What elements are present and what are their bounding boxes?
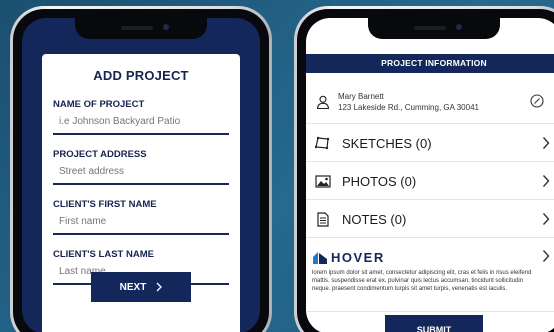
sketches-row[interactable]: SKETCHES (0) xyxy=(306,125,554,162)
photos-row[interactable]: PHOTOS (0) xyxy=(306,163,554,200)
field-label: PROJECT ADDRESS xyxy=(53,149,147,160)
next-label: NEXT xyxy=(119,281,147,293)
field-label: CLIENT'S LAST NAME xyxy=(53,249,154,260)
client-address: 123 Lakeside Rd., Cumming, GA 30041 xyxy=(338,102,479,112)
person-icon xyxy=(316,95,330,109)
sketches-label: SKETCHES (0) xyxy=(342,135,432,151)
client-first-name-input[interactable] xyxy=(53,210,229,235)
phone-left: ADD PROJECT NAME OF PROJECT PROJECT ADDR… xyxy=(10,6,272,332)
page-title: ADD PROJECT xyxy=(93,68,189,83)
photo-icon xyxy=(315,174,331,188)
edit-icon[interactable] xyxy=(530,94,544,108)
page-title: PROJECT INFORMATION xyxy=(306,54,554,73)
project-address-field: PROJECT ADDRESS xyxy=(53,149,229,185)
chevron-right-icon xyxy=(542,137,550,149)
project-info-screen: PROJECT INFORMATION Mary Barnett 123 Lak… xyxy=(306,18,554,332)
field-label: NAME OF PROJECT xyxy=(53,99,145,110)
project-address-input[interactable] xyxy=(53,160,229,185)
hover-brand: HOVER xyxy=(331,250,385,265)
hover-description: lorem ipsum dolor sit amet, consectetur … xyxy=(312,270,532,292)
notes-row[interactable]: NOTES (0) xyxy=(306,201,554,238)
hover-row[interactable]: HOVER lorem ipsum dolor sit amet, consec… xyxy=(306,238,554,312)
notes-icon xyxy=(317,211,329,227)
phone-notch xyxy=(75,18,207,39)
client-first-name-field: CLIENT'S FIRST NAME xyxy=(53,199,229,235)
client-info: Mary Barnett 123 Lakeside Rd., Cumming, … xyxy=(306,80,554,124)
next-button[interactable]: NEXT xyxy=(91,272,191,302)
notes-label: NOTES (0) xyxy=(342,211,407,227)
chevron-right-icon xyxy=(542,213,550,225)
chevron-right-icon xyxy=(542,175,550,187)
phone-notch xyxy=(368,18,500,39)
hover-logo-icon xyxy=(313,251,327,264)
chevron-right-icon xyxy=(542,250,550,262)
submit-button[interactable]: SUBMIT xyxy=(385,315,483,332)
photos-label: PHOTOS (0) xyxy=(342,173,417,189)
project-name-input[interactable] xyxy=(53,110,229,135)
project-name-field: NAME OF PROJECT xyxy=(53,99,229,135)
add-project-screen: ADD PROJECT NAME OF PROJECT PROJECT ADDR… xyxy=(22,18,260,332)
chevron-right-icon xyxy=(156,282,163,292)
client-name: Mary Barnett xyxy=(338,91,384,101)
sketch-icon xyxy=(315,136,330,150)
phone-right: PROJECT INFORMATION Mary Barnett 123 Lak… xyxy=(294,6,554,332)
field-label: CLIENT'S FIRST NAME xyxy=(53,199,157,210)
